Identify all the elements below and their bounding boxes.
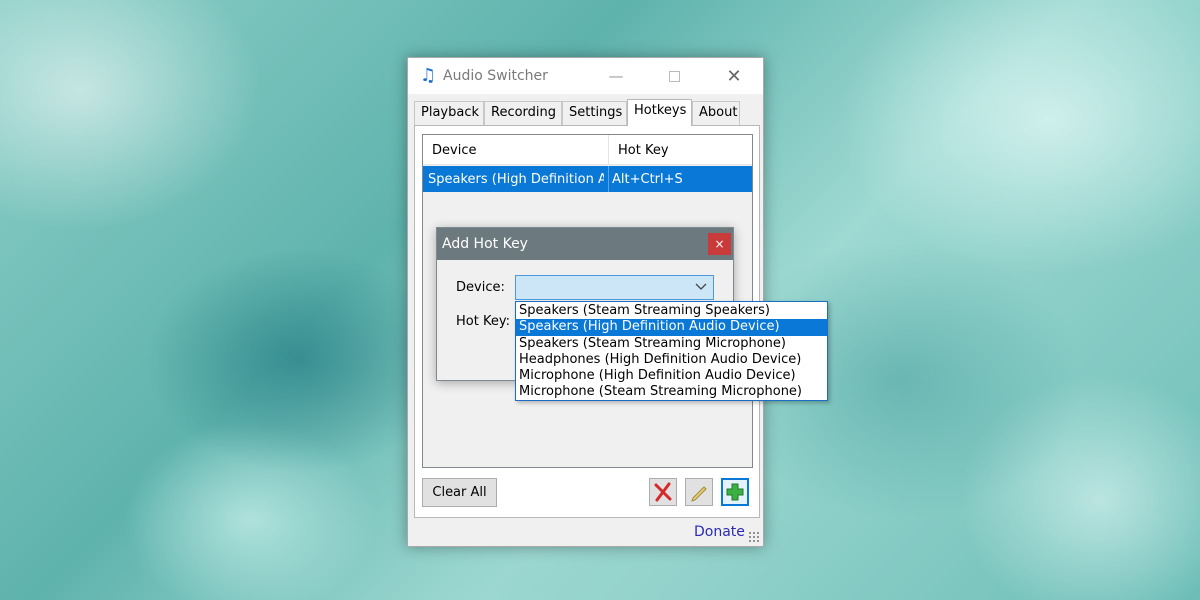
dropdown-option[interactable]: Speakers (Steam Streaming Microphone) — [516, 336, 827, 352]
dialog-close-button[interactable]: × — [708, 233, 731, 255]
close-button[interactable]: ✕ — [714, 62, 754, 90]
device-dropdown-list: Speakers (Steam Streaming Speakers) Spea… — [515, 301, 828, 401]
donate-link[interactable]: Donate — [694, 524, 745, 540]
table-row[interactable]: Speakers (High Definition A... Alt+Ctrl+… — [423, 166, 752, 192]
window-title: Audio Switcher — [443, 68, 548, 84]
dialog-title: Add Hot Key — [442, 236, 528, 252]
dropdown-option[interactable]: Microphone (Steam Streaming Microphone) — [516, 384, 827, 400]
minimize-button[interactable]: — — [596, 62, 636, 90]
row-hotkey-cell: Alt+Ctrl+S — [612, 172, 683, 187]
tab-about[interactable]: About — [692, 101, 740, 125]
dropdown-option[interactable]: Headphones (High Definition Audio Device… — [516, 352, 827, 368]
hotkey-label: Hot Key: — [456, 314, 510, 329]
clear-all-button[interactable]: Clear All — [422, 478, 497, 507]
column-header-device[interactable]: Device — [432, 143, 476, 158]
resize-grip[interactable] — [748, 531, 760, 543]
dialog-title-bar[interactable]: Add Hot Key × — [437, 228, 733, 260]
tab-playback[interactable]: Playback — [414, 101, 484, 125]
delete-hotkey-button[interactable] — [649, 478, 677, 506]
row-divider — [608, 166, 609, 192]
green-plus-icon — [726, 483, 744, 501]
title-bar[interactable]: ♫ Audio Switcher — ✕ — [408, 58, 763, 94]
maximize-button[interactable] — [654, 62, 694, 90]
row-device-cell: Speakers (High Definition A... — [428, 172, 604, 187]
chevron-down-icon[interactable] — [695, 279, 707, 297]
tab-recording[interactable]: Recording — [484, 101, 562, 125]
music-note-icon: ♫ — [420, 65, 437, 86]
device-label: Device: — [456, 280, 505, 295]
column-header-hotkey[interactable]: Hot Key — [618, 143, 669, 158]
add-hotkey-button[interactable] — [721, 478, 749, 506]
red-x-icon — [654, 482, 672, 502]
maximize-icon — [668, 70, 680, 82]
tab-settings[interactable]: Settings — [562, 101, 627, 125]
list-header: Device Hot Key — [423, 135, 752, 165]
edit-hotkey-button[interactable] — [685, 478, 713, 506]
dropdown-option[interactable]: Microphone (High Definition Audio Device… — [516, 368, 827, 384]
device-select[interactable] — [515, 275, 714, 300]
pencil-icon — [691, 486, 707, 502]
tab-hotkeys[interactable]: Hotkeys — [627, 99, 692, 126]
dropdown-option-highlighted[interactable]: Speakers (High Definition Audio Device) — [516, 319, 827, 336]
dropdown-option[interactable]: Speakers (Steam Streaming Speakers) — [516, 303, 827, 319]
column-divider[interactable] — [608, 135, 609, 165]
